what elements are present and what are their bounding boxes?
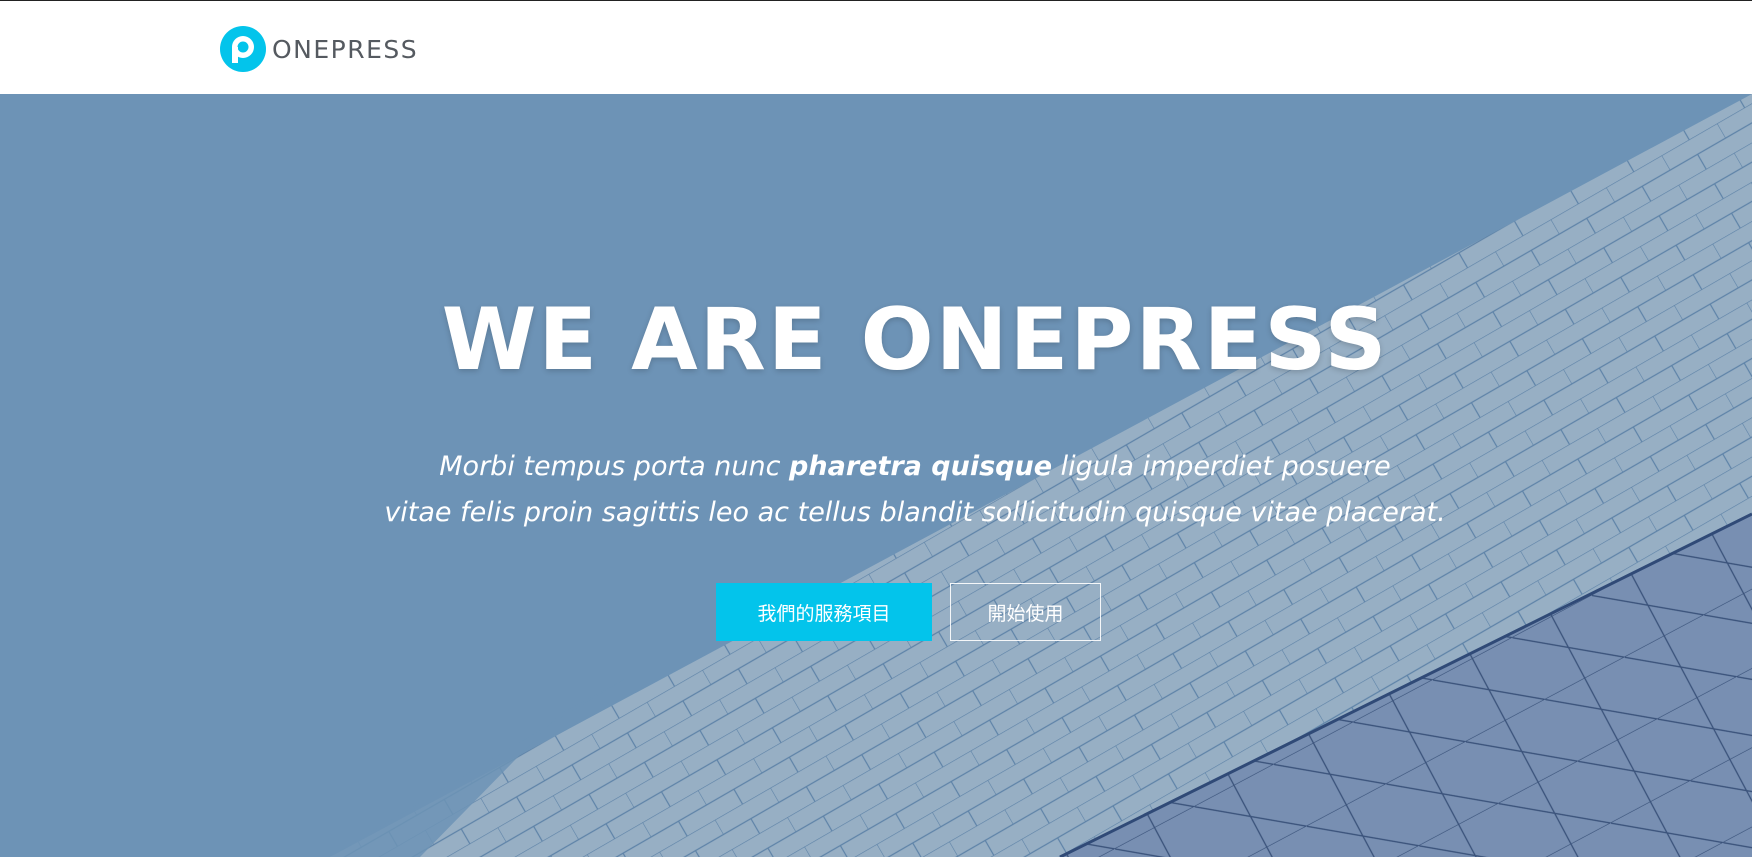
services-button[interactable]: 我們的服務項目 [716, 583, 932, 641]
hero-subtitle-line1-part2: ligula imperdiet posuere [1052, 451, 1391, 482]
get-started-button[interactable]: 開始使用 [950, 583, 1101, 641]
hero-button-row: 我們的服務項目 開始使用 [716, 583, 1101, 641]
hero-content: WE ARE ONEPRESS Morbi tempus porta nunc … [0, 94, 1752, 857]
hero-subtitle-line2: vitae felis proin sagittis leo ac tellus… [384, 497, 1446, 528]
hero-title: WE ARE ONEPRESS [441, 290, 1389, 390]
hero-subtitle-line1-part1: Morbi tempus porta nunc [439, 451, 790, 482]
hero-subtitle-bold: pharetra quisque [789, 451, 1053, 482]
logo-text: ONEPRESS [272, 34, 419, 64]
site-logo[interactable]: ONEPRESS [220, 26, 418, 72]
site-header: ONEPRESS [0, 1, 1752, 94]
onepress-p-logo-icon [220, 26, 266, 72]
hero-subtitle: Morbi tempus porta nunc pharetra quisque… [0, 444, 1752, 536]
hero-section: WE ARE ONEPRESS Morbi tempus porta nunc … [0, 94, 1752, 857]
